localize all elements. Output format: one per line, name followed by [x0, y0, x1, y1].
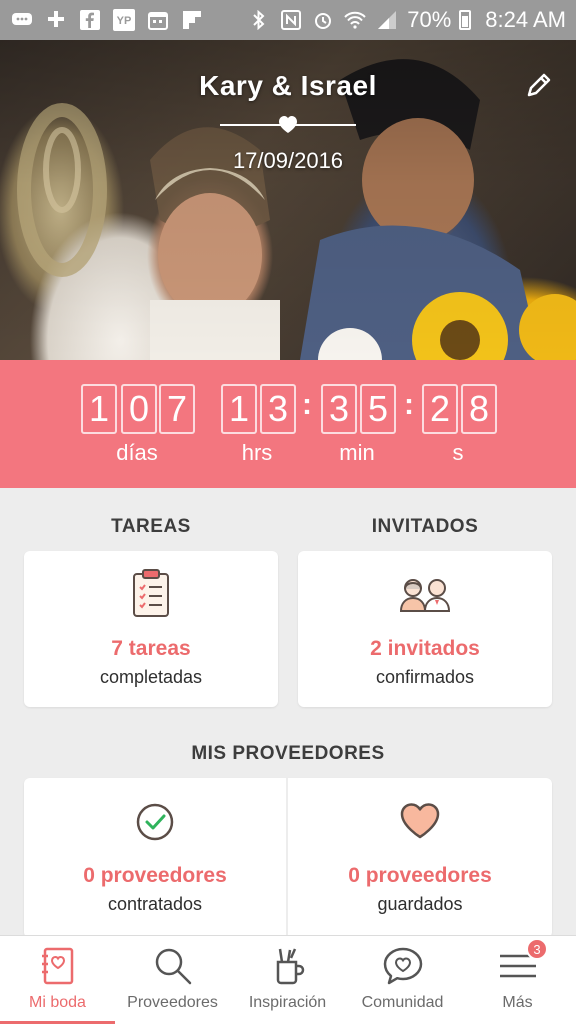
tasks-card[interactable]: 7 tareas completadas: [24, 551, 278, 707]
notification-icons: YP: [10, 9, 204, 31]
guests-count: 2 invitados: [370, 637, 480, 660]
countdown-days-digit: 1: [81, 384, 117, 434]
couple-name: Kary & Israel: [199, 70, 377, 101]
vendors-saved-status: guardados: [377, 894, 463, 914]
nav-label-mi-boda: Mi boda: [29, 994, 86, 1011]
notebook-icon: [41, 947, 73, 985]
nav-item-mas[interactable]: 3 Más: [460, 936, 575, 1024]
vendors-card: 0 proveedores contratados 0 proveedores …: [24, 778, 552, 938]
system-icons: 70% 8:24 AM: [247, 7, 566, 33]
guests-couple-icon: [399, 579, 451, 612]
countdown-days-label: días: [116, 440, 158, 465]
chat-icon: [10, 9, 34, 31]
search-icon: [155, 948, 191, 985]
heart-icon: [279, 116, 297, 133]
vendors-saved-count: 0 proveedores: [348, 864, 492, 887]
bluetooth-game-icon: [44, 9, 68, 31]
nav-item-comunidad[interactable]: Comunidad: [345, 936, 460, 1024]
countdown-timer: 1 0 7 1 3 : 3 5 : 2 8 días hrs min s: [0, 360, 576, 488]
nfc-icon: [279, 9, 303, 31]
yp-icon: YP: [112, 9, 136, 31]
couple-photo-header: Kary & Israel 17/09/2016: [0, 40, 576, 360]
nav-label-inspiracion: Inspiración: [248, 994, 327, 1011]
guests-section-title: INVITADOS: [371, 516, 479, 537]
nav-label-proveedores: Proveedores: [127, 994, 218, 1011]
inspiration-cup-icon: [276, 948, 304, 985]
flipboard-icon: [180, 9, 204, 31]
tasks-count: 7 tareas: [111, 637, 191, 660]
bluetooth-icon: [247, 9, 271, 31]
wedding-date: 17/09/2016: [232, 148, 344, 173]
alarm-icon: [311, 9, 335, 31]
countdown-hours-label: hrs: [241, 440, 273, 465]
countdown-hours-digit: 3: [260, 384, 296, 434]
guests-status: confirmados: [375, 667, 475, 687]
vendors-section-title: MIS PROVEEDORES: [191, 743, 385, 764]
countdown-separator: :: [404, 388, 414, 421]
wifi-icon: [343, 9, 367, 31]
pencil-edit-icon[interactable]: [524, 70, 554, 100]
nav-label-comunidad: Comunidad: [361, 994, 444, 1011]
battery-icon: [459, 10, 472, 30]
countdown-minutes-digit: 3: [321, 384, 357, 434]
countdown-days-digit: 7: [159, 384, 195, 434]
yp-logo-text: YP: [117, 15, 132, 27]
nav-label-mas: Más: [502, 994, 533, 1011]
clipboard-checklist-icon: [133, 569, 169, 617]
countdown-seconds-label: s: [452, 440, 464, 465]
bottom-navigation: Mi boda Proveedores Inspiración Comunida…: [0, 935, 576, 1024]
countdown-minutes-label: min: [339, 440, 375, 465]
countdown-hours-digit: 1: [221, 384, 257, 434]
countdown-days-digit: 0: [121, 384, 157, 434]
nav-item-proveedores[interactable]: Proveedores: [115, 936, 230, 1024]
battery-percent: 70%: [407, 7, 452, 32]
countdown-seconds-digit: 2: [422, 384, 458, 434]
notification-badge: 3: [526, 938, 548, 960]
tasks-status: completadas: [99, 667, 203, 687]
divider-line-right: [292, 124, 356, 126]
divider-line-left: [220, 124, 284, 126]
tasks-section-title: TAREAS: [111, 516, 191, 537]
check-circle-icon: [136, 803, 174, 841]
countdown-separator: :: [302, 388, 312, 421]
calendar-icon: [146, 9, 170, 31]
vendors-hired-status: contratados: [107, 894, 203, 914]
nav-item-inspiracion[interactable]: Inspiración: [230, 936, 345, 1024]
signal-icon: [375, 9, 399, 31]
guests-card[interactable]: 2 invitados confirmados: [298, 551, 552, 707]
vendors-hired-count: 0 proveedores: [83, 864, 227, 887]
facebook-icon: [78, 9, 102, 31]
chat-heart-icon: [383, 947, 422, 985]
countdown-seconds-digit: 8: [461, 384, 497, 434]
heart-outline-icon: [400, 803, 440, 839]
nav-item-mi-boda[interactable]: Mi boda: [0, 936, 115, 1024]
vendors-hired[interactable]: 0 proveedores contratados: [24, 778, 286, 938]
vendors-saved[interactable]: 0 proveedores guardados: [288, 778, 552, 938]
status-bar: YP 70% 8:24 AM: [0, 0, 576, 40]
countdown-minutes-digit: 5: [360, 384, 396, 434]
clock: 8:24 AM: [485, 7, 566, 32]
